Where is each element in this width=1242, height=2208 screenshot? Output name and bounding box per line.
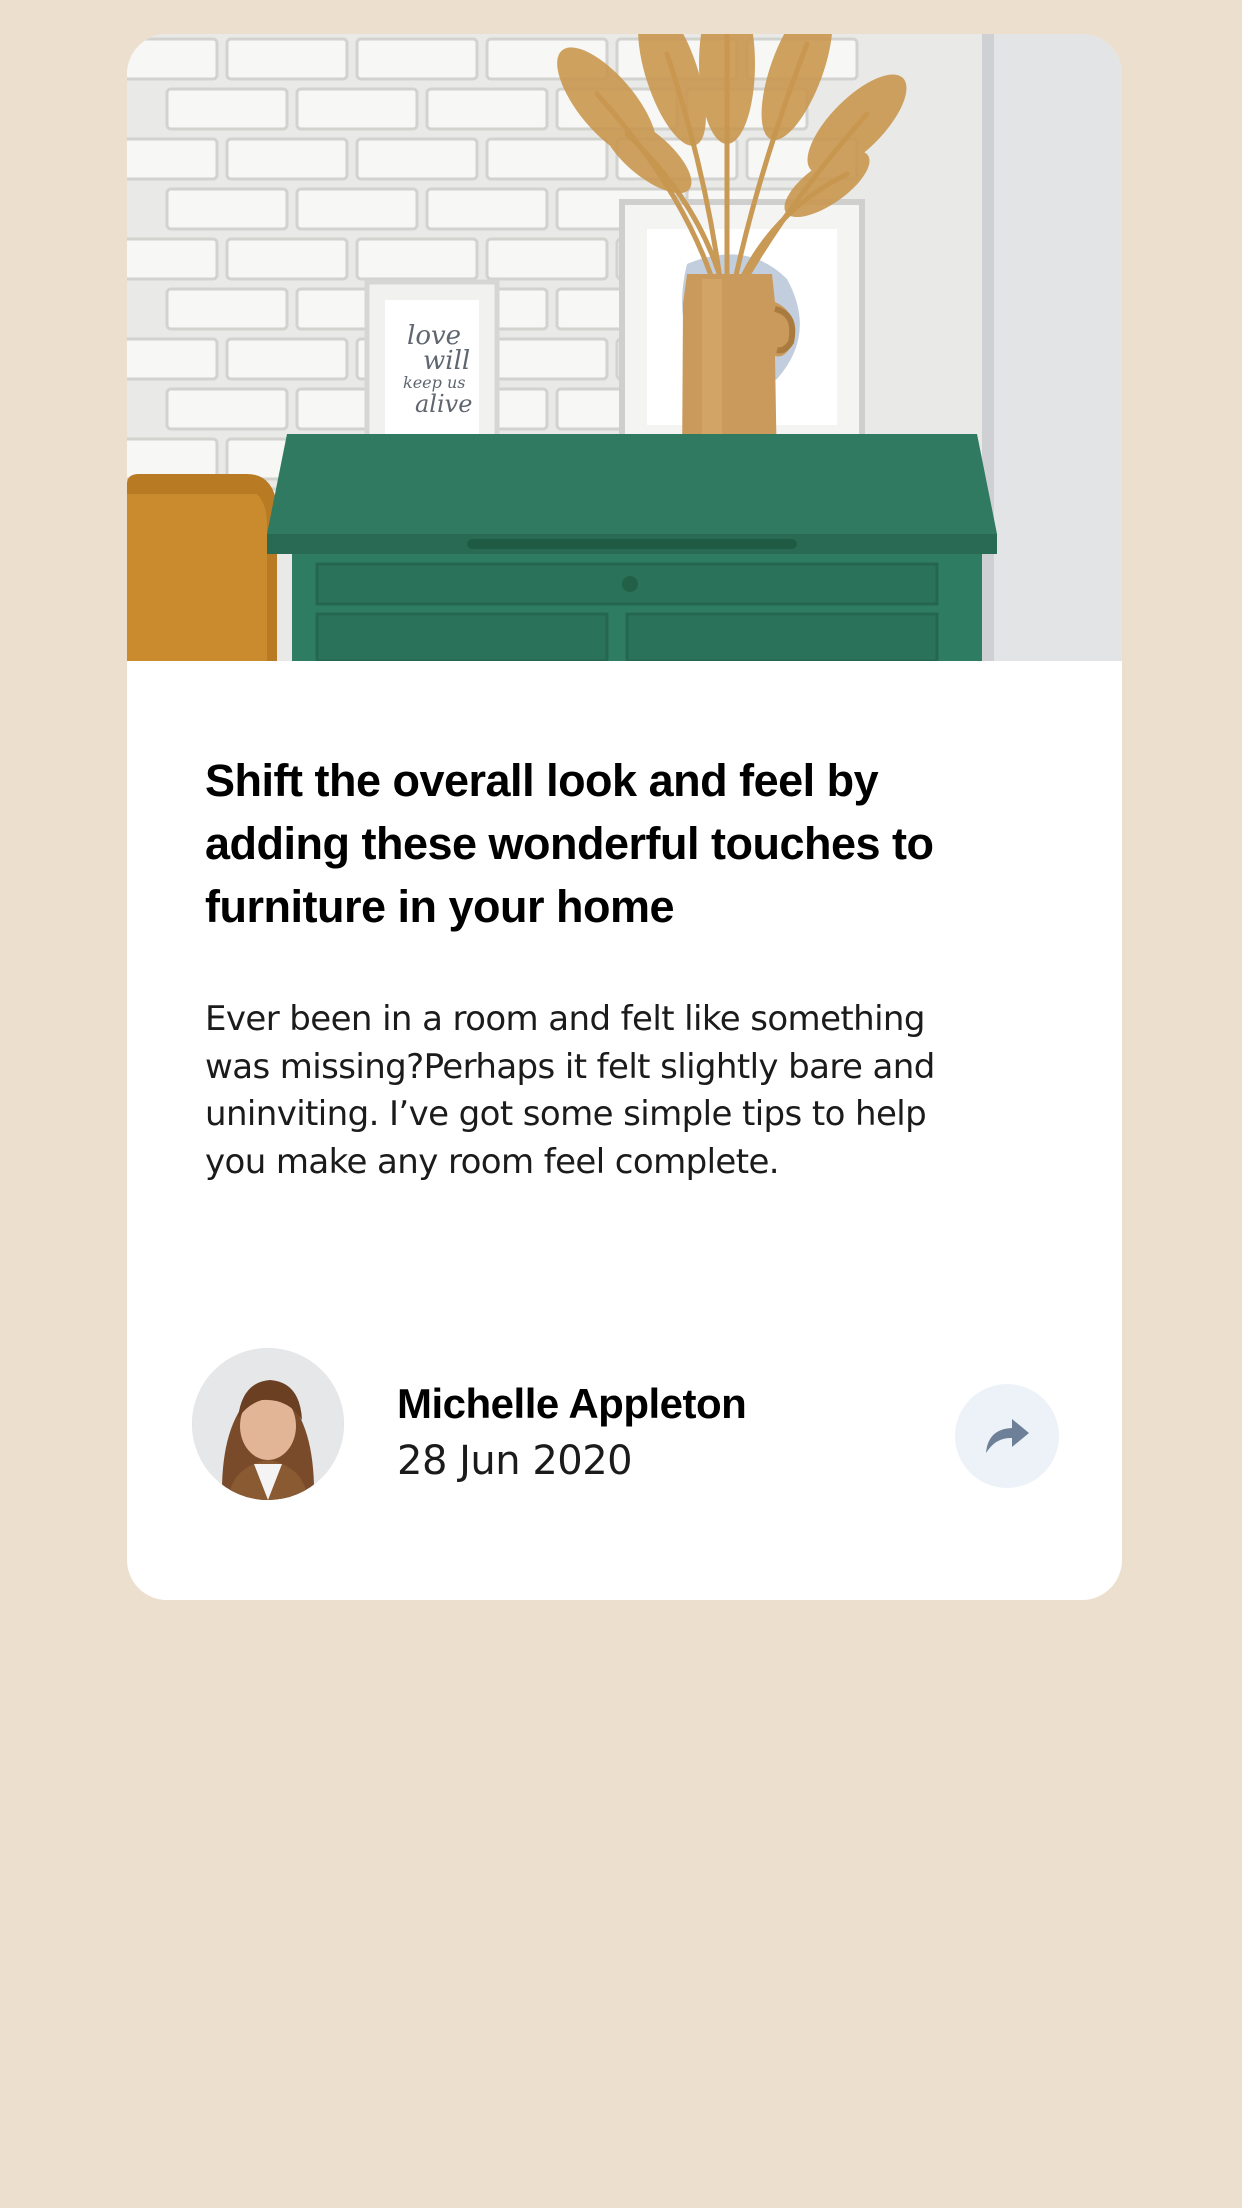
article-title[interactable]: Shift the overall look and feel by addin… <box>205 749 975 938</box>
author-name: Michelle Appleton <box>397 1380 747 1427</box>
article-card: love will keep us alive Shift the overal… <box>127 34 1122 1600</box>
hero-image: love will keep us alive <box>127 34 1122 661</box>
frame-line-4: alive <box>415 390 472 418</box>
article-content: Shift the overall look and feel by addin… <box>205 749 975 1186</box>
share-icon <box>986 1419 1029 1453</box>
author-row: Michelle Appleton 28 Jun 2020 <box>127 1348 1122 1508</box>
publish-date: 28 Jun 2020 <box>397 1438 633 1484</box>
share-button[interactable] <box>955 1384 1059 1488</box>
author-avatar <box>192 1348 344 1500</box>
article-excerpt: Ever been in a room and felt like someth… <box>205 999 935 1182</box>
frame-line-2: will <box>423 346 470 376</box>
